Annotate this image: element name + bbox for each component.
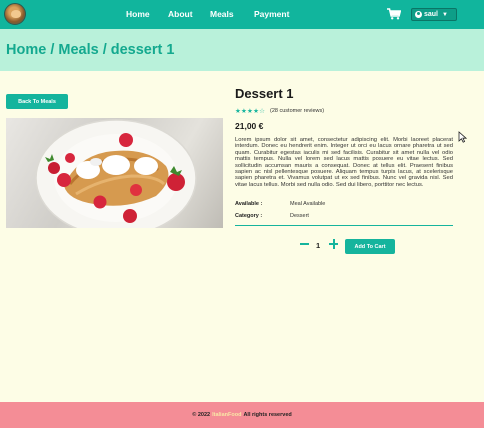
- available-label: Available :: [235, 201, 263, 207]
- nav-link-home[interactable]: Home: [126, 9, 150, 19]
- product-description: Lorem ipsum dolor sit amet, consectetur …: [235, 137, 453, 188]
- mouse-cursor-icon: [458, 131, 467, 143]
- navbar: Home About Meals Payment saul ▼: [0, 0, 484, 29]
- user-name: saul: [424, 11, 439, 18]
- caret-down-icon: ▼: [442, 11, 448, 18]
- available-value: Meal Available: [290, 201, 326, 207]
- nav-link-about[interactable]: About: [168, 9, 193, 19]
- user-menu-button[interactable]: saul ▼: [411, 8, 457, 21]
- footer-brand[interactable]: ItalianFood: [212, 412, 241, 418]
- add-to-cart-button[interactable]: Add To Cart: [345, 239, 395, 254]
- logo[interactable]: [4, 3, 26, 25]
- dessert-photo: [35, 119, 197, 228]
- cart-icon[interactable]: [387, 8, 401, 20]
- quantity-decrease-button[interactable]: [299, 239, 309, 249]
- breadcrumb: Home / Meals / dessert 1: [6, 42, 175, 58]
- footer-rights: All rights reserved: [243, 412, 292, 418]
- minus-icon: [299, 243, 309, 245]
- footer: © 2022 ItalianFood All rights reserved: [0, 402, 484, 428]
- quantity-increase-button[interactable]: [329, 239, 339, 249]
- review-count[interactable]: (28 customer reviews): [270, 108, 324, 114]
- category-label: Category :: [235, 213, 263, 219]
- back-to-meals-button[interactable]: Back To Meals: [6, 94, 68, 109]
- product-title: Dessert 1: [235, 86, 294, 101]
- quantity-value: 1: [316, 241, 321, 250]
- nav-link-payment[interactable]: Payment: [254, 9, 289, 19]
- user-circle-icon: [415, 11, 422, 18]
- category-value: Dessert: [290, 213, 309, 219]
- nav-link-meals[interactable]: Meals: [210, 9, 234, 19]
- breadcrumb-band: Home / Meals / dessert 1: [0, 29, 484, 71]
- rating-stars: ★★★★☆: [235, 108, 266, 115]
- divider: [235, 225, 453, 226]
- footer-copyright: © 2022: [192, 412, 211, 418]
- product-image: [6, 118, 223, 228]
- logo-face: [11, 10, 21, 18]
- product-price: 21,00 €: [235, 121, 264, 131]
